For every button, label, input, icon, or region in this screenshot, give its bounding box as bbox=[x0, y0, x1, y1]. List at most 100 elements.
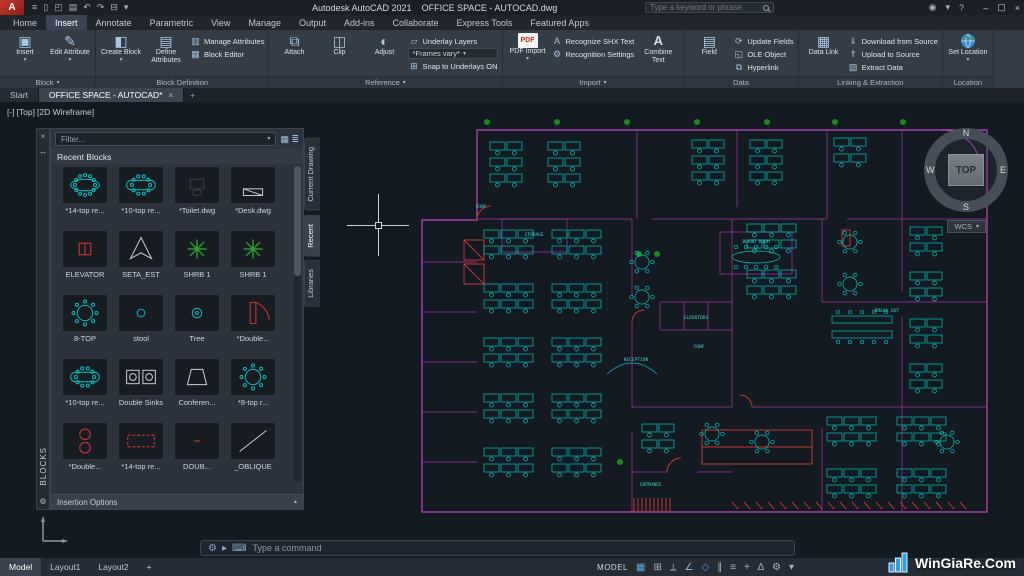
extract-data-button[interactable]: ▧ Extract Data bbox=[848, 61, 938, 73]
close-palette-icon[interactable]: × bbox=[41, 132, 46, 141]
define-attributes-button[interactable]: ▤ Define Attributes bbox=[145, 32, 187, 66]
model-space-indicator[interactable]: MODEL bbox=[597, 563, 628, 572]
app-menu-icon[interactable]: ≡ bbox=[32, 2, 37, 13]
edit-attribute-button[interactable]: ✎ Edit Attribute ▾ bbox=[49, 32, 91, 64]
compass-north[interactable]: N bbox=[963, 128, 970, 138]
ribbon-tab-view[interactable]: View bbox=[202, 15, 239, 30]
ribbon-tab-collaborate[interactable]: Collaborate bbox=[384, 15, 448, 30]
more-icon[interactable]: ▾ bbox=[789, 562, 794, 573]
block-item[interactable]: stool bbox=[113, 294, 169, 358]
undo-icon[interactable]: ↶ bbox=[83, 2, 91, 13]
block-editor-button[interactable]: ▦ Block Editor bbox=[190, 48, 264, 60]
compass-east[interactable]: E bbox=[1000, 165, 1006, 175]
ribbon-tab-add-ins[interactable]: Add-ins bbox=[335, 15, 384, 30]
palette-scrollbar[interactable] bbox=[294, 166, 301, 482]
search-input[interactable] bbox=[650, 3, 760, 12]
block-item[interactable]: *Desk.dwg bbox=[225, 166, 281, 230]
compass-south[interactable]: S bbox=[963, 202, 969, 212]
new-drawing-tab-button[interactable]: + bbox=[184, 88, 201, 102]
panel-title-data[interactable]: Data bbox=[684, 76, 797, 88]
quick-access-dropdown-icon[interactable]: ▾ bbox=[124, 2, 129, 13]
maximize-button[interactable]: ▢ bbox=[997, 2, 1006, 13]
grid-view-icon[interactable]: ▦ bbox=[280, 134, 291, 144]
manage-attributes-button[interactable]: ▥ Manage Attributes bbox=[190, 35, 264, 47]
block-item[interactable]: 8-TOP bbox=[57, 294, 113, 358]
block-item[interactable]: *14-top re... bbox=[113, 422, 169, 486]
osnap-icon[interactable]: ◇ bbox=[701, 562, 709, 573]
block-filter-dropdown[interactable]: Filter... ▾ bbox=[55, 132, 276, 146]
panel-title-import[interactable]: Import▾ bbox=[503, 76, 684, 88]
polar-icon[interactable]: ∠ bbox=[685, 562, 694, 573]
block-item[interactable]: *10-top re... bbox=[113, 166, 169, 230]
new-file-icon[interactable]: ▯ bbox=[43, 2, 48, 13]
block-item[interactable]: *8-top r... bbox=[225, 358, 281, 422]
block-item[interactable]: Conferen... bbox=[169, 358, 225, 422]
attach-button[interactable]: ⧉ Attach bbox=[273, 32, 315, 58]
layout-tab-layout2[interactable]: Layout2 bbox=[89, 558, 137, 576]
open-file-icon[interactable]: ◰ bbox=[54, 2, 63, 13]
layout-tab-model[interactable]: Model bbox=[0, 558, 41, 576]
ribbon-tab-home[interactable]: Home bbox=[4, 15, 46, 30]
clip-button[interactable]: ◫ Clip bbox=[318, 32, 360, 58]
field-button[interactable]: ▤ Field bbox=[688, 32, 730, 58]
block-item[interactable]: SETA_EST bbox=[113, 230, 169, 294]
otrack-icon[interactable]: ∥ bbox=[717, 562, 722, 573]
command-prompt-text[interactable]: Type a command bbox=[252, 543, 321, 553]
hyperlink-button[interactable]: ⧉ Hyperlink bbox=[733, 61, 793, 73]
block-item[interactable]: Double Sinks bbox=[113, 358, 169, 422]
redo-icon[interactable]: ↷ bbox=[97, 2, 105, 13]
block-item[interactable]: _OBLIQUE bbox=[225, 422, 281, 486]
dynamic-input-icon[interactable]: + bbox=[744, 562, 750, 573]
panel-title-location[interactable]: Location bbox=[943, 76, 993, 88]
recognize-shx-text-button[interactable]: A Recognize SHX Text bbox=[552, 35, 635, 47]
download-from-source-button[interactable]: ⇓ Download from Source bbox=[848, 35, 938, 47]
recent-commands-icon[interactable]: ▸ bbox=[222, 543, 227, 554]
snap-to-underlays-button[interactable]: ⊞ Snap to Underlays ON bbox=[408, 60, 497, 72]
settings-icon[interactable]: ⚙ bbox=[772, 562, 781, 573]
new-layout-button[interactable]: + bbox=[138, 558, 161, 576]
palette-tab-libraries[interactable]: Libraries bbox=[304, 260, 320, 307]
view-cube[interactable]: N E S W TOP bbox=[924, 128, 1008, 212]
insertion-options-bar[interactable]: Insertion Options ▴ bbox=[51, 494, 303, 509]
frames-dropdown[interactable]: *Frames vary* ▾ bbox=[408, 48, 497, 59]
block-item[interactable]: Tree bbox=[169, 294, 225, 358]
search-box[interactable] bbox=[645, 2, 774, 13]
ribbon-tab-parametric[interactable]: Parametric bbox=[141, 15, 203, 30]
command-line[interactable]: ⚙▸⌨ Type a command bbox=[200, 540, 795, 556]
autohide-icon[interactable]: ↔ bbox=[39, 147, 47, 156]
block-item[interactable]: *10-top re... bbox=[57, 358, 113, 422]
data-link-button[interactable]: ▦ Data Link bbox=[803, 32, 845, 58]
wcs-dropdown[interactable]: WCS▾ bbox=[947, 220, 986, 233]
upload-to-source-button[interactable]: ⇑ Upload to Source bbox=[848, 48, 938, 60]
help-icon[interactable]: ? bbox=[959, 3, 964, 13]
compass-west[interactable]: W bbox=[926, 165, 935, 175]
account-icon[interactable]: ◉ bbox=[929, 2, 937, 13]
create-block-button[interactable]: ◧ Create Block ▾ bbox=[100, 32, 142, 64]
file-tab-document[interactable]: OFFICE SPACE - AUTOCAD* × bbox=[39, 88, 184, 102]
plot-icon[interactable]: ⊟ bbox=[110, 2, 118, 13]
panel-title-linking[interactable]: Linking & Extraction bbox=[799, 76, 942, 88]
ortho-icon[interactable]: ⟂ bbox=[670, 562, 677, 573]
pdf-import-button[interactable]: PDF PDF Import ▾ bbox=[507, 32, 549, 63]
lineweight-icon[interactable]: ≡ bbox=[730, 562, 736, 573]
palette-tab-recent[interactable]: Recent bbox=[304, 215, 320, 257]
panel-title-block-definition[interactable]: Block Definition bbox=[96, 76, 268, 88]
save-icon[interactable]: ▤ bbox=[69, 2, 78, 13]
ribbon-tab-express-tools[interactable]: Express Tools bbox=[448, 15, 522, 30]
recognition-settings-button[interactable]: ⚙ Recognition Settings bbox=[552, 48, 635, 60]
viewport-menu-control[interactable]: [-] bbox=[7, 107, 15, 117]
block-item[interactable]: SHRB 1 bbox=[169, 230, 225, 294]
notifications-icon[interactable]: ▾ bbox=[945, 2, 950, 13]
keyboard-icon[interactable]: ⌨ bbox=[232, 543, 246, 554]
insert-block-button[interactable]: ▣ Insert ▾ bbox=[4, 32, 46, 64]
view-control[interactable]: [Top] bbox=[17, 107, 35, 117]
update-fields-button[interactable]: ⟳ Update Fields bbox=[733, 35, 793, 47]
palette-settings-icon[interactable]: ⚙ bbox=[39, 497, 46, 506]
grid-icon[interactable]: ▦ bbox=[636, 562, 645, 573]
close-tab-icon[interactable]: × bbox=[168, 91, 173, 100]
palette-tab-current-drawing[interactable]: Current Drawing bbox=[304, 138, 320, 211]
options-icon[interactable]: ≣ bbox=[291, 134, 299, 144]
block-item[interactable]: *Toilet.dwg bbox=[169, 166, 225, 230]
panel-title-reference[interactable]: Reference▾ bbox=[269, 76, 501, 88]
minimize-button[interactable]: – bbox=[983, 3, 988, 13]
